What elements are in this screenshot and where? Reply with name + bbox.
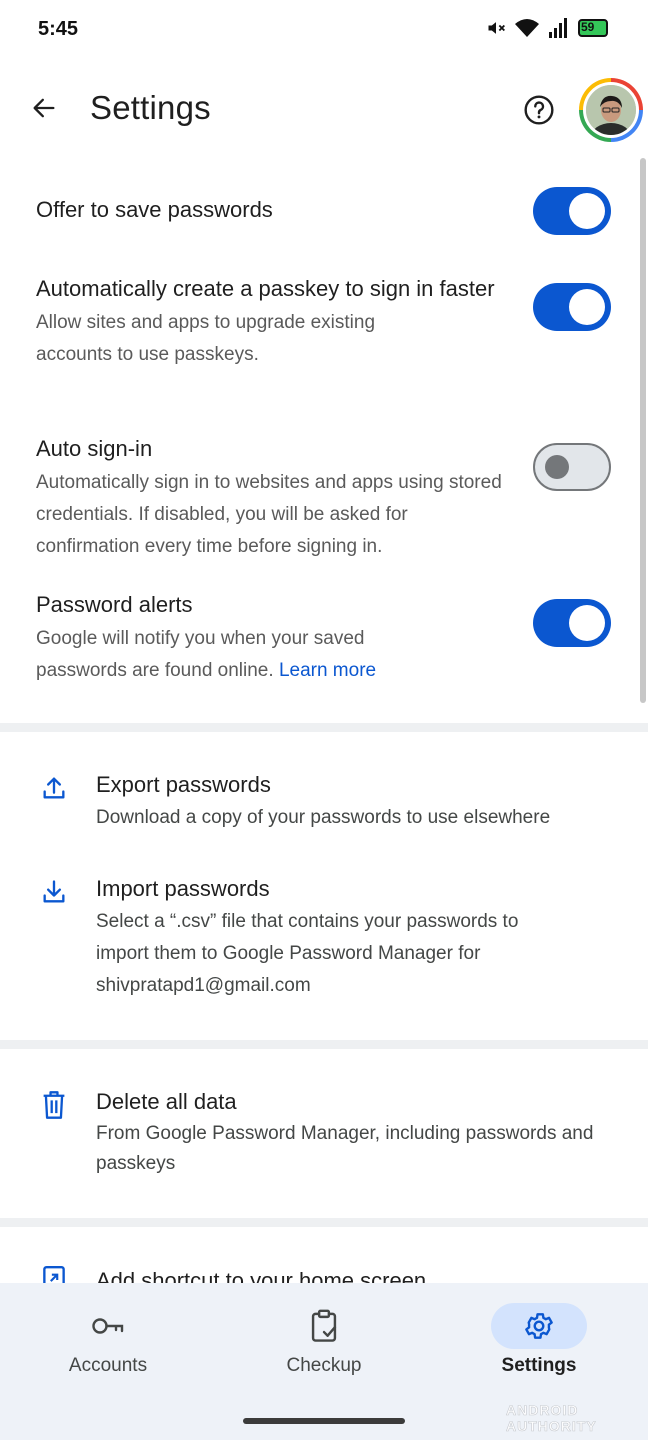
download-icon — [38, 876, 70, 908]
battery-level: 59 — [581, 20, 595, 34]
key-icon — [92, 1318, 124, 1334]
scrollbar[interactable] — [640, 158, 646, 703]
clipboard-check-icon — [311, 1309, 337, 1342]
password-alerts-toggle[interactable] — [533, 599, 611, 647]
section-divider — [0, 1040, 648, 1049]
setting-title: Automatically create a passkey to sign i… — [36, 276, 495, 301]
export-passwords-description: Download a copy of your passwords to use… — [96, 807, 551, 828]
upload-icon — [38, 772, 70, 804]
gear-icon — [525, 1313, 553, 1339]
delete-all-data-title: Delete all data — [96, 1089, 237, 1114]
nav-settings-label: Settings — [501, 1355, 577, 1376]
battery-icon: 59 — [578, 19, 608, 37]
avatar — [586, 85, 636, 135]
help-icon — [524, 95, 554, 125]
import-passwords-row[interactable]: Import passwords Select a “.csv” file th… — [0, 872, 648, 1007]
nav-checkup[interactable]: Checkup — [244, 1303, 404, 1393]
export-passwords-title: Export passwords — [96, 772, 271, 797]
setting-title: Auto sign-in — [36, 436, 153, 461]
signal-icon — [549, 18, 567, 38]
status-time: 5:45 — [38, 18, 79, 40]
status-bar: 5:45 59 — [0, 0, 648, 60]
add-shortcut-row[interactable]: Add shortcut to your home screen — [0, 1262, 648, 1283]
section-divider — [0, 723, 648, 732]
import-passwords-description: Select a “.csv” file that contains your … — [96, 911, 519, 996]
offer-save-passwords-toggle[interactable] — [533, 187, 611, 235]
account-avatar-button[interactable] — [579, 78, 643, 142]
mute-icon — [488, 22, 505, 34]
wifi-icon — [515, 19, 539, 37]
setting-description: Google will notify you when your saved p… — [36, 623, 456, 687]
arrow-back-icon — [33, 98, 55, 118]
section-divider — [0, 1218, 648, 1227]
setting-description: Allow sites and apps to upgrade existing… — [36, 312, 376, 365]
shortcut-icon — [38, 1264, 70, 1283]
delete-all-data-description: From Google Password Manager, including … — [96, 1123, 594, 1174]
page-title: Settings — [90, 89, 211, 126]
back-button[interactable] — [22, 86, 66, 130]
setting-title: Offer to save passwords — [36, 197, 273, 222]
setting-auto-sign-in[interactable]: Auto sign-in Automatically sign in to we… — [36, 430, 626, 563]
home-indicator[interactable] — [243, 1418, 405, 1424]
import-passwords-title: Import passwords — [96, 876, 270, 901]
delete-all-data-row[interactable]: Delete all data From Google Password Man… — [0, 1085, 648, 1185]
nav-settings[interactable]: Settings — [459, 1303, 619, 1393]
help-button[interactable] — [517, 88, 561, 132]
setting-description: Automatically sign in to websites and ap… — [36, 472, 502, 557]
app-bar: Settings — [0, 62, 648, 158]
trash-icon — [38, 1089, 70, 1121]
nav-accounts[interactable]: Accounts — [28, 1303, 188, 1393]
auto-sign-in-toggle[interactable] — [533, 443, 611, 491]
status-icons: 59 — [486, 17, 608, 39]
auto-create-passkey-toggle[interactable] — [533, 283, 611, 331]
export-passwords-row[interactable]: Export passwords Download a copy of your… — [0, 768, 648, 838]
setting-title: Password alerts — [36, 592, 193, 617]
nav-accounts-label: Accounts — [68, 1355, 148, 1376]
add-shortcut-title: Add shortcut to your home screen — [96, 1268, 427, 1283]
nav-checkup-label: Checkup — [286, 1355, 362, 1376]
watermark: ANDROID AUTHORITY — [506, 1402, 597, 1435]
learn-more-link[interactable]: Learn more — [279, 660, 376, 681]
